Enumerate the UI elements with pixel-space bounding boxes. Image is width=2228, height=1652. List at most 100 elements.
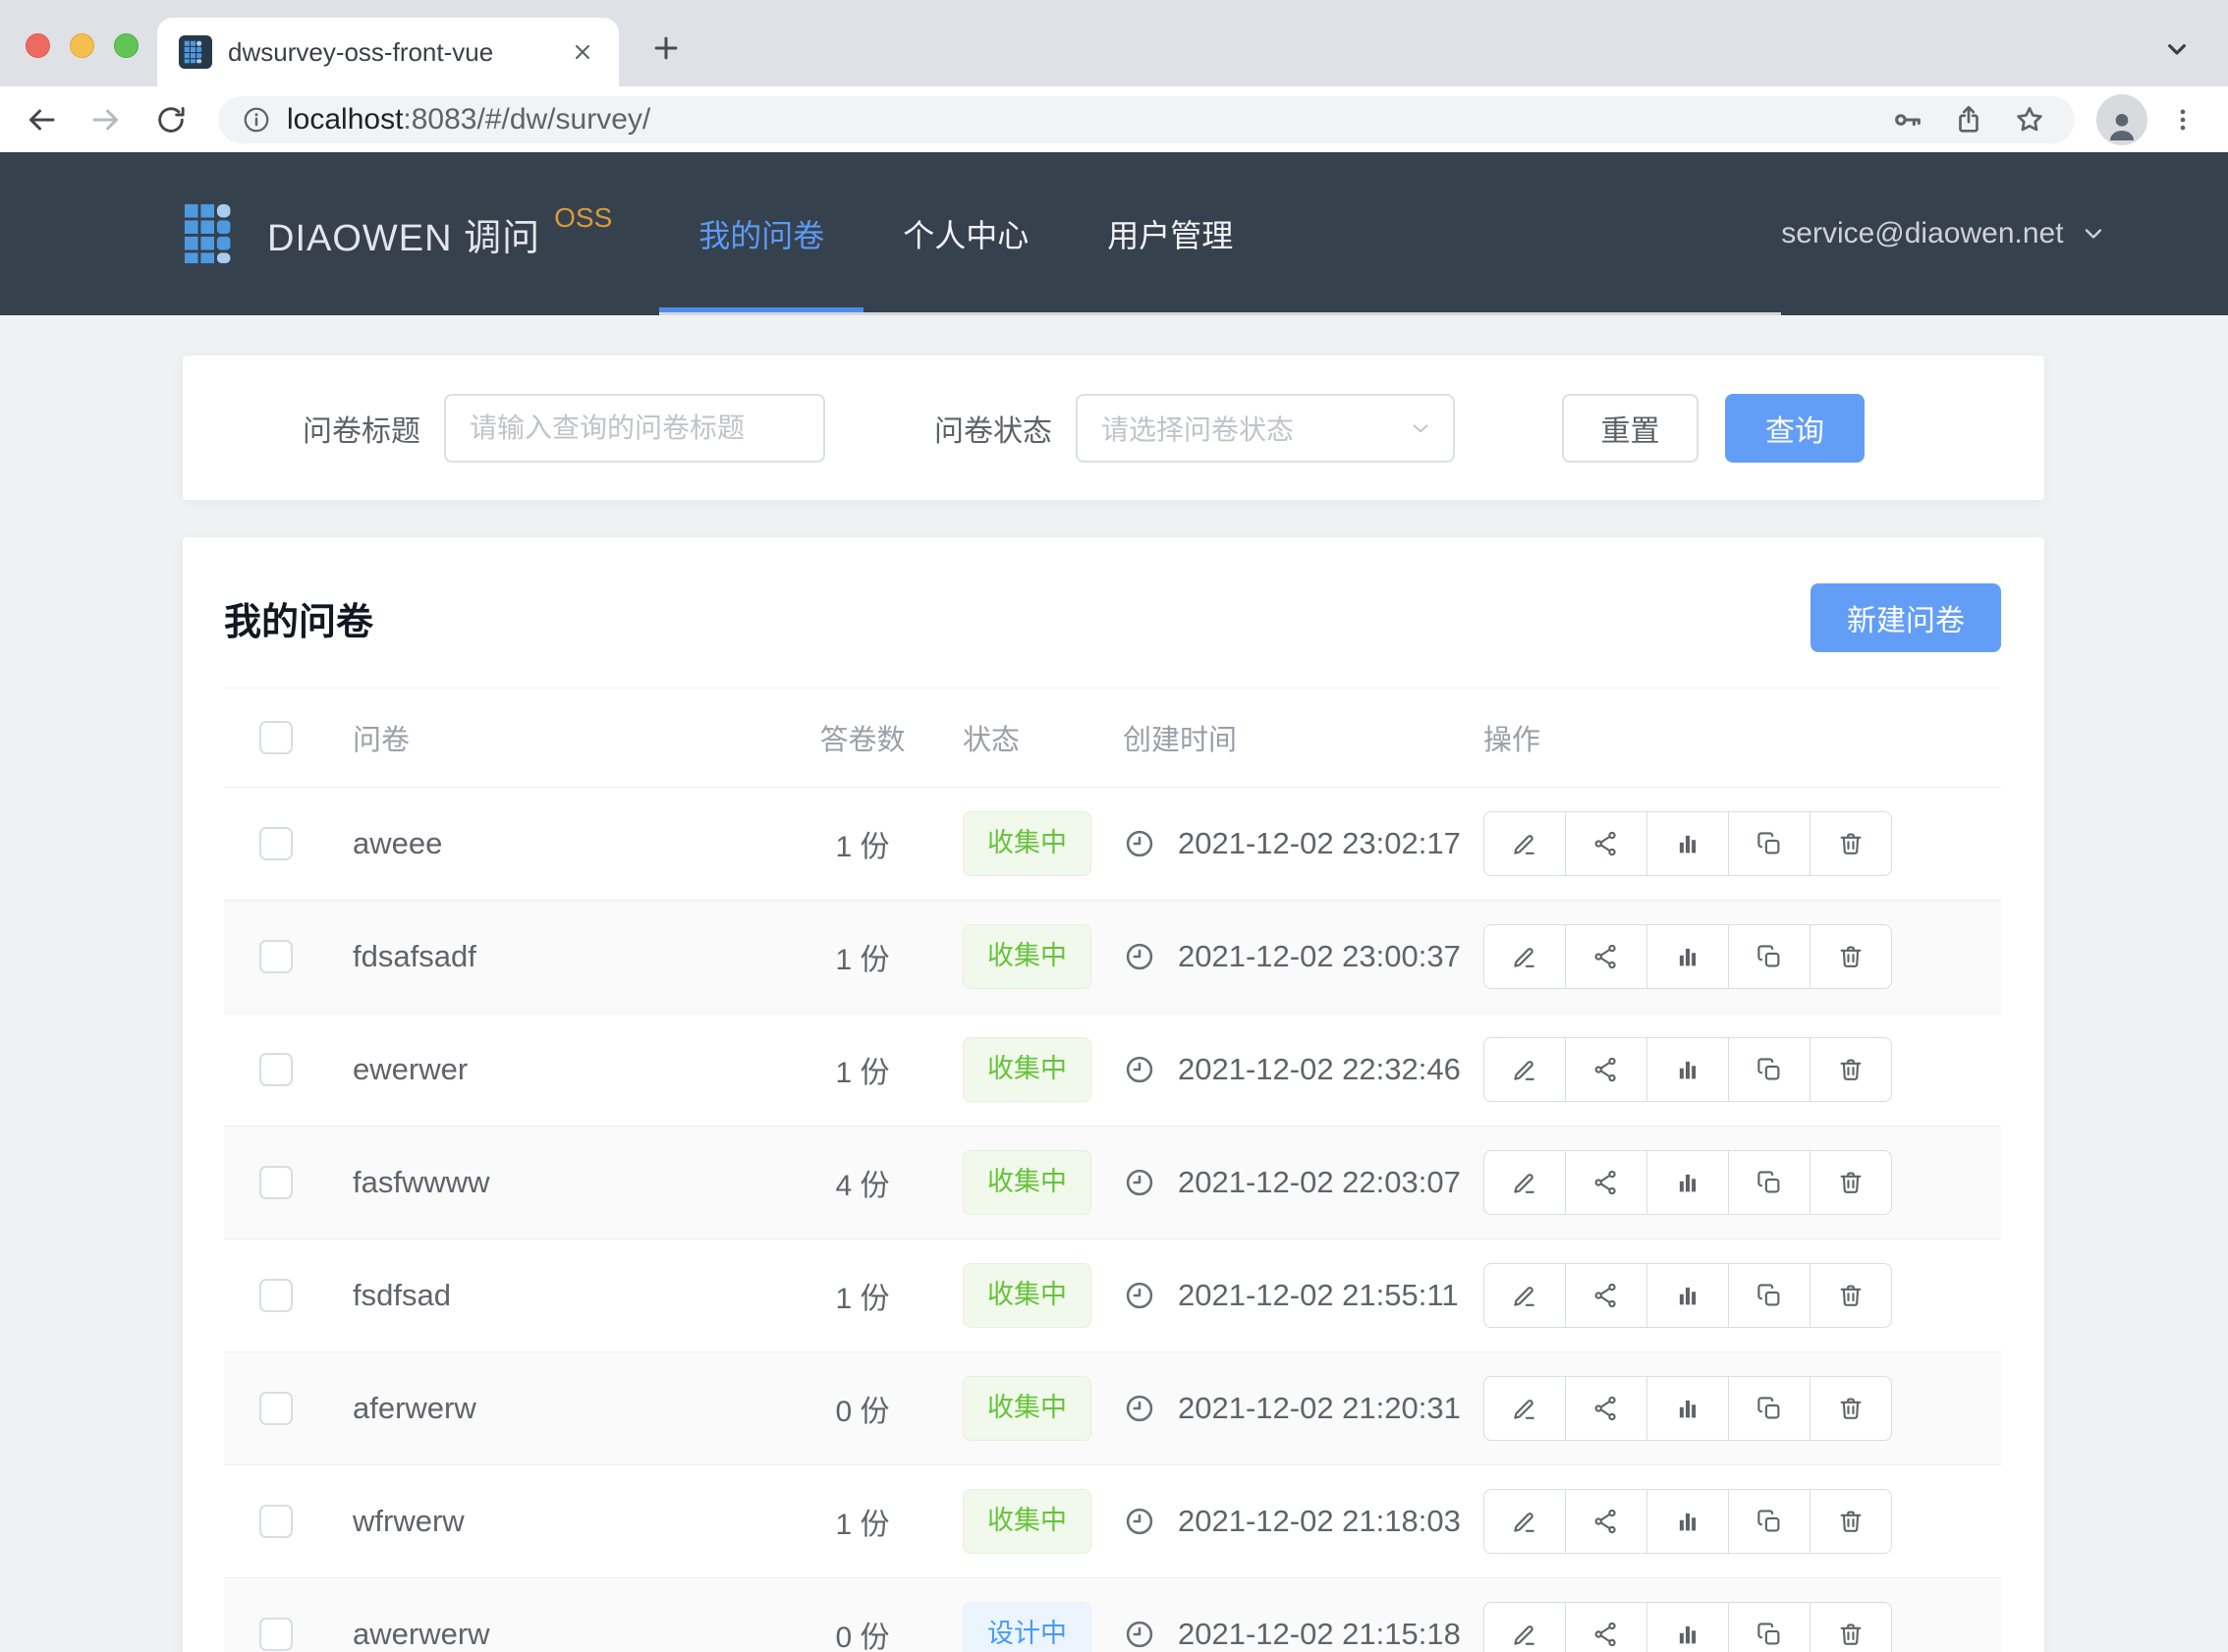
browser-tab[interactable]: dwsurvey-oss-front-vue	[157, 18, 619, 86]
statistics-button[interactable]	[1646, 1489, 1729, 1554]
row-checkbox[interactable]	[259, 1053, 293, 1086]
site-info-icon[interactable]	[242, 105, 271, 135]
delete-button[interactable]	[1810, 1376, 1892, 1441]
status-badge: 收集中	[963, 1489, 1091, 1554]
row-checkbox[interactable]	[259, 1392, 293, 1425]
browser-window: dwsurvey-oss-front-vue localhost:8083/#/…	[0, 0, 2228, 1652]
browser-menu-icon[interactable]	[2161, 98, 2204, 141]
copy-button[interactable]	[1728, 924, 1810, 989]
copy-button[interactable]	[1728, 811, 1810, 876]
share-button[interactable]	[1565, 1489, 1647, 1554]
copy-button[interactable]	[1728, 1489, 1810, 1554]
brand-name: DIAOWEN 调问	[267, 207, 540, 261]
row-checkbox[interactable]	[259, 1505, 293, 1538]
back-button[interactable]	[16, 94, 67, 145]
delete-button[interactable]	[1810, 1602, 1892, 1652]
survey-status-select[interactable]: 请选择问卷状态	[1076, 394, 1455, 463]
forward-button[interactable]	[81, 94, 132, 145]
bookmark-star-icon[interactable]	[2008, 98, 2051, 141]
table-row: fsdfsad 1 份 收集中 2021-12-02 21:55:11	[224, 1239, 2001, 1352]
share-button[interactable]	[1565, 1376, 1647, 1441]
share-button[interactable]	[1565, 1150, 1647, 1215]
statistics-button[interactable]	[1646, 811, 1729, 876]
bar-chart-icon	[1673, 1168, 1702, 1197]
brand[interactable]: DIAOWEN 调问 OSS	[183, 152, 612, 315]
copy-icon	[1755, 1168, 1784, 1197]
edit-button[interactable]	[1483, 811, 1566, 876]
select-all-checkbox[interactable]	[259, 721, 293, 754]
edit-button[interactable]	[1483, 924, 1566, 989]
row-checkbox[interactable]	[259, 940, 293, 973]
edit-button[interactable]	[1483, 1150, 1566, 1215]
search-button[interactable]: 查询	[1725, 394, 1865, 463]
created-time: 2021-12-02 22:03:07	[1178, 1165, 1461, 1200]
copy-icon	[1755, 942, 1784, 971]
statistics-button[interactable]	[1646, 1602, 1729, 1652]
share-icon	[1591, 829, 1621, 858]
statistics-button[interactable]	[1646, 1037, 1729, 1102]
edit-button[interactable]	[1483, 1602, 1566, 1652]
tab-search-chevron-icon[interactable]	[2155, 28, 2199, 71]
copy-button[interactable]	[1728, 1263, 1810, 1328]
table-body: aweee 1 份 收集中 2021-12-02 23:02:17	[224, 788, 2001, 1652]
share-button[interactable]	[1565, 924, 1647, 989]
share-button[interactable]	[1565, 1263, 1647, 1328]
reload-button[interactable]	[145, 94, 196, 145]
survey-status-placeholder: 请选择问卷状态	[1101, 409, 1408, 448]
create-survey-button[interactable]: 新建问卷	[1810, 583, 2001, 652]
copy-button[interactable]	[1728, 1376, 1810, 1441]
new-tab-button[interactable]	[643, 26, 689, 71]
delete-button[interactable]	[1810, 924, 1892, 989]
tab-close-icon[interactable]	[568, 37, 597, 67]
copy-button[interactable]	[1728, 1037, 1810, 1102]
statistics-button[interactable]	[1646, 924, 1729, 989]
password-key-icon[interactable]	[1886, 98, 1929, 141]
reset-button[interactable]: 重置	[1562, 394, 1699, 463]
bar-chart-icon	[1673, 1507, 1702, 1536]
statistics-button[interactable]	[1646, 1150, 1729, 1215]
edit-pencil-icon	[1510, 1507, 1539, 1536]
delete-button[interactable]	[1810, 811, 1892, 876]
tab-strip: dwsurvey-oss-front-vue	[0, 0, 2228, 86]
browser-profile-avatar[interactable]	[2096, 94, 2147, 145]
column-header-status: 状态	[951, 717, 1108, 758]
trash-icon	[1836, 1507, 1866, 1536]
edit-button[interactable]	[1483, 1263, 1566, 1328]
delete-button[interactable]	[1810, 1037, 1892, 1102]
copy-button[interactable]	[1728, 1602, 1810, 1652]
response-count: 1 份	[774, 935, 951, 978]
window-controls	[26, 33, 139, 58]
share-button[interactable]	[1565, 1037, 1647, 1102]
nav-item-personal-center[interactable]: 个人中心	[863, 152, 1068, 315]
trash-icon	[1836, 1168, 1866, 1197]
url-field[interactable]: localhost:8083/#/dw/survey/	[218, 96, 2075, 143]
row-checkbox[interactable]	[259, 1166, 293, 1199]
created-time: 2021-12-02 23:02:17	[1178, 826, 1461, 861]
copy-button[interactable]	[1728, 1150, 1810, 1215]
row-checkbox[interactable]	[259, 1618, 293, 1651]
share-page-icon[interactable]	[1947, 98, 1990, 141]
statistics-button[interactable]	[1646, 1263, 1729, 1328]
nav-item-my-surveys[interactable]: 我的问卷	[659, 152, 863, 315]
row-checkbox[interactable]	[259, 827, 293, 860]
zoom-window-button[interactable]	[114, 33, 139, 58]
statistics-button[interactable]	[1646, 1376, 1729, 1441]
share-button[interactable]	[1565, 811, 1647, 876]
minimize-window-button[interactable]	[70, 33, 94, 58]
row-checkbox[interactable]	[259, 1279, 293, 1312]
delete-button[interactable]	[1810, 1263, 1892, 1328]
edit-button[interactable]	[1483, 1489, 1566, 1554]
survey-title-input[interactable]	[444, 394, 825, 463]
delete-button[interactable]	[1810, 1150, 1892, 1215]
survey-title: aweee	[312, 826, 774, 861]
filter-card: 问卷标题 问卷状态 请选择问卷状态 重置 查询	[183, 356, 2044, 500]
nav-item-user-management[interactable]: 用户管理	[1068, 152, 1272, 315]
created-time: 2021-12-02 21:20:31	[1178, 1391, 1461, 1426]
copy-icon	[1755, 1620, 1784, 1649]
close-window-button[interactable]	[26, 33, 50, 58]
delete-button[interactable]	[1810, 1489, 1892, 1554]
share-button[interactable]	[1565, 1602, 1647, 1652]
user-menu[interactable]: service@diaowen.net	[1781, 152, 2106, 315]
edit-button[interactable]	[1483, 1037, 1566, 1102]
edit-button[interactable]	[1483, 1376, 1566, 1441]
